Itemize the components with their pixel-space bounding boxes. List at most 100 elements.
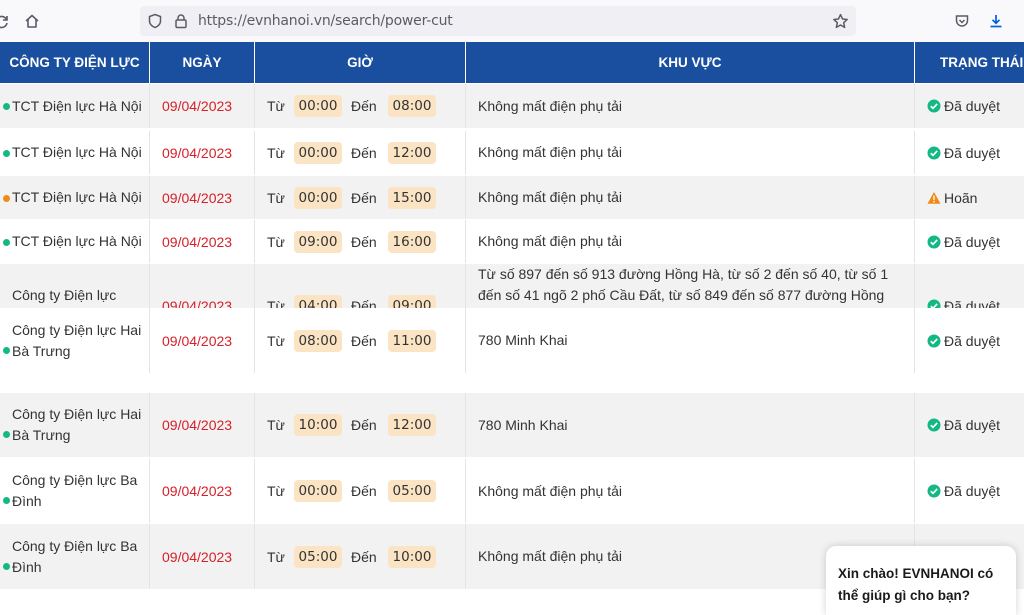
lock-icon[interactable] (171, 11, 191, 31)
status-cell: Hoãn (915, 176, 1024, 219)
check-circle-icon (927, 484, 941, 498)
status-cell: Đã duyệt (915, 308, 1024, 373)
home-icon[interactable] (22, 11, 42, 31)
company-name: TCT Điện lực Hà Nội (12, 189, 142, 205)
status-badge: Đã duyệt (927, 417, 1000, 433)
date-cell: 09/04/2023 (150, 524, 255, 589)
from-time: 00:00 (294, 186, 342, 209)
date-value: 09/04/2023 (162, 189, 233, 206)
status-cell: Đã duyệt (915, 393, 1024, 457)
from-time: 05:00 (294, 545, 342, 568)
table-row[interactable]: TCT Điện lực Hà Nội 09/04/2023 Từ 09:00 Đến 1… (0, 220, 1024, 264)
check-circle-icon (927, 418, 941, 432)
star-icon[interactable] (830, 11, 850, 31)
status-badge: Đã duyệt (927, 333, 1000, 349)
date-cell: 09/04/2023 (150, 84, 255, 128)
from-label: Từ (267, 483, 285, 499)
to-time: 10:00 (388, 545, 436, 568)
status-dot (3, 346, 10, 354)
table-row[interactable]: Công ty Điện lực Hai Bà Trưng 09/04/2023 T… (0, 308, 1024, 374)
chat-widget[interactable]: Xin chào! EVNHANOI có thể giúp gì cho bạ… (826, 546, 1016, 615)
from-label: Từ (267, 189, 285, 206)
time-cell: Từ 00:00 Đến 15:00 (255, 176, 466, 219)
status-dot (3, 103, 10, 110)
status-badge: Đã duyệt (927, 145, 1000, 161)
area-text: Không mất điện phụ tải (478, 97, 622, 114)
area-text: Không mất điện phụ tải (478, 144, 622, 160)
header-date[interactable]: NGÀY (150, 42, 255, 83)
to-time: 12:00 (388, 414, 436, 436)
header-time[interactable]: GIỜ (255, 42, 466, 83)
browser-toolbar: https://evnhanoi.vn/search/power-cut (0, 0, 1024, 42)
to-label: Đến (351, 233, 377, 250)
shield-icon[interactable] (145, 11, 165, 31)
url-bar[interactable]: https://evnhanoi.vn/search/power-cut (140, 6, 856, 36)
area-cell: 780 Minh Khai (466, 308, 915, 373)
from-time: 00:00 (294, 480, 342, 502)
table-row[interactable]: Công ty Điện lực Ba Đình 09/04/2023 Từ 00:0… (0, 459, 1024, 524)
date-cell: 09/04/2023 (150, 176, 255, 219)
table-header: CÔNG TY ĐIỆN LỰC NGÀY GIỜ KHU VỰC TRẠNG … (0, 42, 1024, 83)
table-row[interactable]: TCT Điện lực Hà Nội 09/04/2023 Từ 00:00 Đến 1… (0, 176, 1024, 220)
table-row[interactable]: TCT Điện lực Hà Nội 09/04/2023 Từ 00:00 Đến 0… (0, 84, 1024, 129)
to-time: 08:00 (388, 95, 436, 117)
header-company[interactable]: CÔNG TY ĐIỆN LỰC (0, 42, 150, 83)
time-cell: Từ 09:00 Đến 16:00 (255, 220, 466, 263)
status-text: Đã duyệt (944, 332, 1001, 349)
table-row[interactable]: TCT Điện lực Hà Nội 09/04/2023 Từ 00:00 Đến 1… (0, 131, 1024, 175)
status-text: Đã duyệt (944, 98, 1001, 114)
status-cell: Đã duyệt (915, 84, 1024, 128)
time-cell: Từ 00:00 Đến 08:00 (255, 84, 466, 128)
download-icon[interactable] (986, 11, 1006, 31)
to-label: Đến (351, 332, 377, 349)
date-cell: 09/04/2023 (150, 393, 255, 457)
company-name: Công ty Điện lực Ba Đình (12, 537, 138, 575)
date-value: 09/04/2023 (162, 233, 233, 250)
to-label: Đến (351, 189, 377, 206)
to-time: 11:00 (388, 329, 436, 352)
status-text: Đã duyệt (944, 144, 1001, 161)
check-circle-icon (927, 99, 941, 113)
company-cell: Công ty Điện lực Ba Đình (0, 459, 150, 523)
company-name: TCT Điện lực Hà Nội (12, 97, 142, 114)
time-cell: Từ 00:00 Đến 12:00 (255, 131, 466, 174)
date-value: 09/04/2023 (162, 483, 233, 499)
to-time: 12:00 (388, 141, 436, 164)
chat-message: Xin chào! EVNHANOI có thể giúp gì cho bạ… (838, 566, 994, 603)
status-cell: Đã duyệt (915, 131, 1024, 174)
area-cell: Không mất điện phụ tải (466, 459, 915, 523)
status-badge: Hoãn (927, 190, 977, 206)
date-cell: 09/04/2023 (150, 459, 255, 523)
date-value: 09/04/2023 (162, 144, 233, 161)
check-circle-icon (927, 235, 941, 248)
reload-icon[interactable] (0, 11, 12, 31)
from-label: Từ (267, 417, 285, 433)
area-cell: Không mất điện phụ tải (466, 131, 915, 174)
date-cell: 09/04/2023 (150, 308, 255, 373)
area-text: Không mất điện phụ tải (478, 189, 622, 205)
company-name: Công ty Điện lực Hai Bà Trưng (12, 406, 142, 443)
to-label: Đến (351, 144, 377, 161)
status-text: Đã duyệt (944, 233, 1001, 250)
header-status[interactable]: TRẠNG THÁI (915, 42, 1024, 83)
pocket-icon[interactable] (952, 11, 972, 31)
from-label: Từ (267, 332, 285, 349)
area-text: 780 Minh Khai (478, 416, 568, 433)
status-cell: Đã duyệt (915, 459, 1024, 523)
company-name: TCT Điện lực Hà Nội (12, 144, 142, 160)
check-circle-icon (927, 146, 941, 159)
company-cell: Công ty Điện lực Hai Bà Trưng (0, 308, 150, 373)
date-value: 09/04/2023 (162, 98, 233, 114)
to-label: Đến (351, 98, 377, 114)
table-row[interactable]: Công ty Điện lực Hai Bà Trưng 09/04/2023 T… (0, 393, 1024, 458)
time-cell: Từ 08:00 Đến 11:00 (255, 308, 466, 373)
company-cell: TCT Điện lực Hà Nội (0, 84, 150, 128)
date-cell: 09/04/2023 (150, 220, 255, 263)
status-badge: Đã duyệt (927, 483, 1000, 499)
url-text[interactable]: https://evnhanoi.vn/search/power-cut (198, 13, 453, 29)
time-cell: Từ 00:00 Đến 05:00 (255, 459, 466, 523)
header-area[interactable]: KHU VỰC (466, 42, 915, 83)
status-text: Hoãn (944, 189, 978, 206)
to-time: 16:00 (388, 230, 436, 253)
company-cell: TCT Điện lực Hà Nội (0, 176, 150, 219)
